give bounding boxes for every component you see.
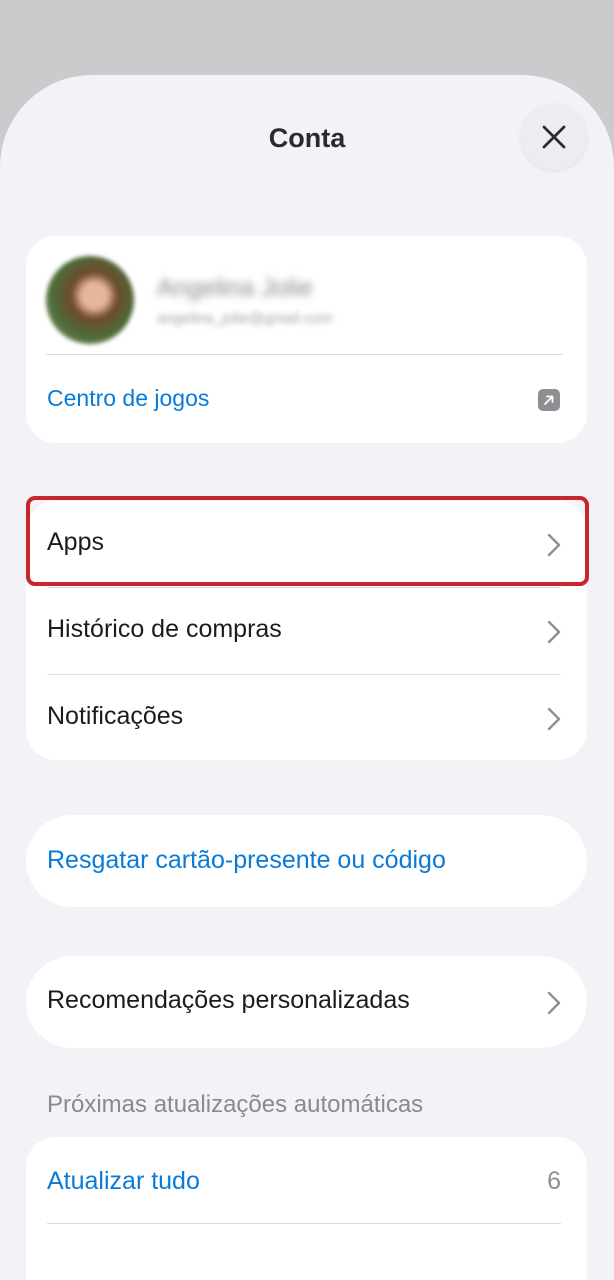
menu-item-purchase-history[interactable]: Histórico de compras [26, 588, 587, 674]
account-sheet: Conta Angelina Jolie angelina_jolie@gmai… [0, 75, 614, 1280]
chevron-right-icon [547, 620, 561, 644]
chevron-right-icon [547, 533, 561, 557]
chevron-right-icon [547, 707, 561, 731]
redeem-label: Resgatar cartão-presente ou código [47, 846, 446, 874]
profile-name: Angelina Jolie [157, 274, 313, 302]
update-all-button[interactable]: Atualizar tudo [47, 1167, 200, 1196]
external-link-icon [538, 389, 560, 411]
menu-item-label: Notificações [47, 702, 184, 730]
close-icon [542, 125, 566, 149]
upcoming-updates-header: Próximas atualizações automáticas [47, 1091, 424, 1118]
avatar[interactable] [46, 256, 134, 344]
profile-card: Angelina Jolie angelina_jolie@gmail.com … [26, 236, 587, 443]
divider [47, 1223, 561, 1224]
updates-card: Atualizar tudo 6 [26, 1137, 587, 1280]
menu-item-label: Histórico de compras [47, 615, 282, 643]
menu-item-notifications[interactable]: Notificações [26, 675, 587, 761]
menu-item-apps[interactable]: Apps [26, 501, 587, 587]
games-center-label: Centro de jogos [47, 385, 210, 411]
recommendations-label: Recomendações personalizadas [47, 986, 410, 1014]
games-center-link[interactable]: Centro de jogos [47, 374, 563, 426]
recommendations-content: Recomendações personalizadas [26, 959, 587, 1045]
menu-card: Apps Histórico de compras Notificações [26, 501, 587, 760]
chevron-right-icon [547, 991, 561, 1015]
personalized-recommendations-row[interactable]: Recomendações personalizadas [26, 956, 587, 1048]
menu-item-label: Apps [47, 528, 104, 556]
profile-email: angelina_jolie@gmail.com [157, 310, 333, 327]
close-button[interactable] [521, 104, 587, 170]
divider [46, 354, 563, 355]
redeem-gift-card-button[interactable]: Resgatar cartão-presente ou código [26, 815, 587, 907]
update-count: 6 [547, 1167, 561, 1195]
